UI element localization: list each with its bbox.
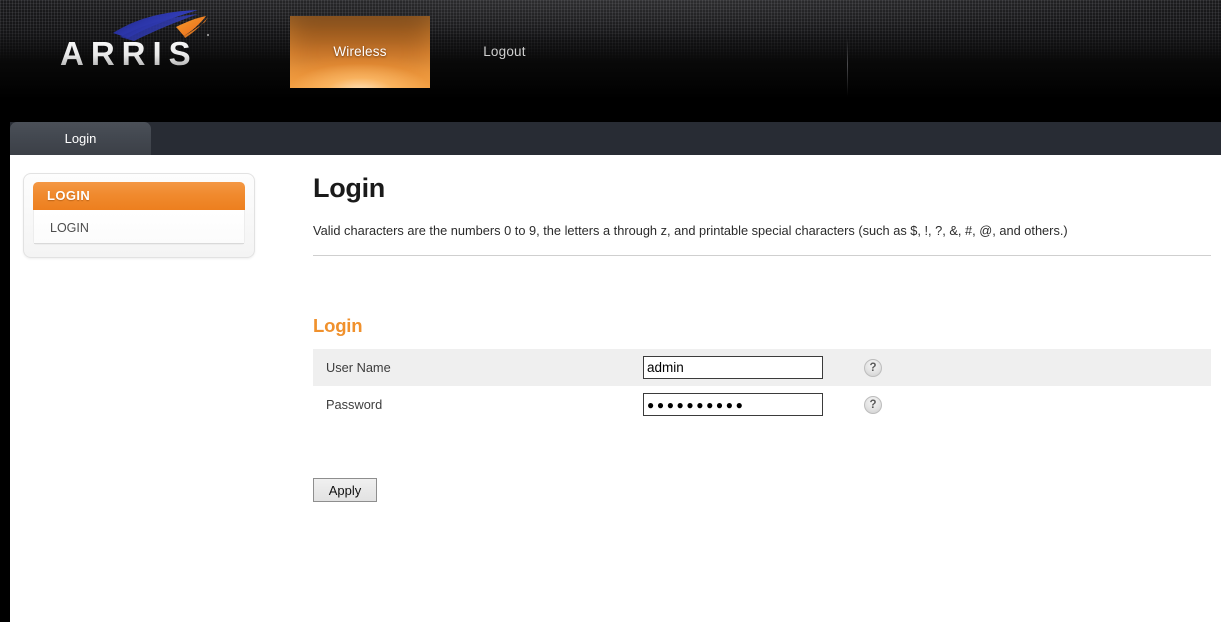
site-masthead: ARRIS Wireless Logout bbox=[0, 0, 1221, 100]
browser-page: ARRIS Wireless Logout Login LOGIN LOGIN … bbox=[0, 0, 1221, 622]
field-cell-username bbox=[643, 349, 853, 386]
tab-login[interactable]: Login bbox=[10, 122, 151, 155]
tab-strip: Login bbox=[10, 122, 1221, 155]
main-content: Login Valid characters are the numbers 0… bbox=[313, 171, 1221, 502]
apply-button-wrap: Apply bbox=[313, 478, 1221, 502]
primary-nav: Wireless Logout bbox=[290, 16, 848, 96]
label-password: Password bbox=[326, 397, 383, 412]
table-row-username: User Name ? bbox=[313, 349, 1211, 386]
label-username: User Name bbox=[326, 360, 391, 375]
header-divider bbox=[313, 255, 1211, 256]
sidebar-body: LOGIN bbox=[33, 210, 245, 245]
masthead-inner: ARRIS Wireless Logout bbox=[10, 0, 1211, 96]
sidebar-item-login[interactable]: LOGIN bbox=[34, 212, 244, 244]
login-form-table: User Name ? Password bbox=[313, 349, 1211, 423]
apply-button[interactable]: Apply bbox=[313, 478, 377, 502]
help-cell-password: ? bbox=[853, 386, 903, 423]
sidebar: LOGIN LOGIN bbox=[23, 173, 255, 258]
page-body: LOGIN LOGIN Login Valid characters are t… bbox=[10, 155, 1221, 622]
help-icon-username[interactable]: ? bbox=[864, 359, 882, 377]
page-title: Login bbox=[313, 173, 385, 203]
help-icon-password[interactable]: ? bbox=[864, 396, 882, 414]
tab-login-label: Login bbox=[64, 131, 97, 146]
spacer-cell-password bbox=[903, 386, 1211, 423]
nav-item-logout[interactable]: Logout bbox=[434, 16, 574, 88]
section-title-login: Login bbox=[313, 315, 363, 336]
arris-logo[interactable]: ARRIS bbox=[58, 8, 248, 70]
nav-item-wireless-label: Wireless bbox=[333, 44, 387, 59]
field-cell-password bbox=[643, 386, 853, 423]
nav-item-wireless[interactable]: Wireless bbox=[290, 16, 430, 88]
password-input[interactable] bbox=[643, 393, 823, 416]
username-input[interactable] bbox=[643, 356, 823, 379]
help-cell-username: ? bbox=[853, 349, 903, 386]
table-row-password: Password ? bbox=[313, 386, 1211, 423]
spacer-cell-username bbox=[903, 349, 1211, 386]
svg-text:ARRIS: ARRIS bbox=[60, 35, 198, 70]
sidebar-item-login-label: LOGIN bbox=[50, 221, 89, 235]
page-description: Valid characters are the numbers 0 to 9,… bbox=[313, 223, 1068, 238]
sidebar-header: LOGIN bbox=[33, 182, 245, 210]
nav-divider bbox=[847, 38, 848, 96]
nav-item-logout-label: Logout bbox=[483, 44, 526, 59]
